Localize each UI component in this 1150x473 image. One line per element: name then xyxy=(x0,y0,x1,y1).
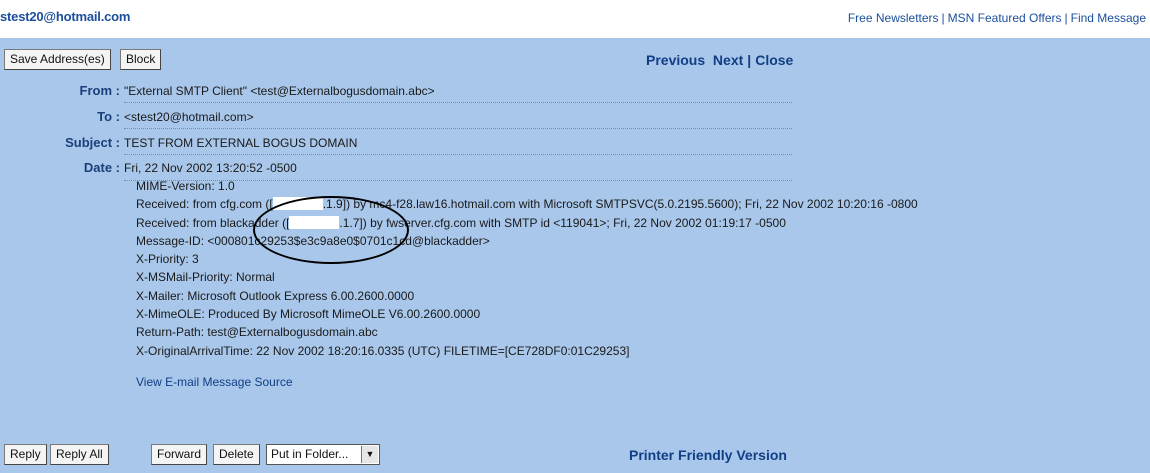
divider xyxy=(124,128,792,129)
to-label: To : xyxy=(97,109,120,124)
redacted-ip xyxy=(272,197,323,211)
x-msmail-priority-line: X-MSMail-Priority: Normal xyxy=(136,270,275,285)
block-button[interactable]: Block xyxy=(120,49,162,70)
received-1-suffix: .1.9]) by mc4-f28.law16.hotmail.com with… xyxy=(322,197,918,212)
received-2-prefix: Received: from blackadder ([ xyxy=(136,215,290,230)
next-link[interactable]: Next xyxy=(713,52,743,68)
x-mailer-line: X-Mailer: Microsoft Outlook Express 6.00… xyxy=(136,288,415,303)
separator: | xyxy=(1064,11,1068,25)
return-path-line: Return-Path: test@Externalbogusdomain.ab… xyxy=(136,325,378,340)
x-priority-line: X-Priority: 3 xyxy=(136,252,199,267)
separator: | xyxy=(941,11,945,25)
arrival-time-line: X-OriginalArrivalTime: 22 Nov 2002 18:20… xyxy=(136,343,630,358)
divider xyxy=(124,154,792,155)
folder-select-value: Put in Folder... xyxy=(271,447,349,461)
received-1-prefix: Received: from cfg.com ([ xyxy=(136,197,273,212)
top-strip: stest20@hotmail.com Free Newsletters | MSN… xyxy=(0,0,1150,38)
previous-link[interactable]: Previous xyxy=(646,52,705,68)
save-addresses-button[interactable]: Save Address(es) xyxy=(4,49,111,70)
from-value: "External SMTP Client" <test@Externalbog… xyxy=(124,84,435,98)
redacted-ip xyxy=(289,215,340,229)
find-message-link[interactable]: Find Message xyxy=(1071,11,1146,25)
top-links: Free Newsletters | MSN Featured Offers | Fin… xyxy=(848,11,1146,25)
from-label: From : xyxy=(79,83,120,98)
account-email: stest20@hotmail.com xyxy=(0,9,131,24)
reply-all-button[interactable]: Reply All xyxy=(50,444,109,465)
message-nav: Previous Next | Close xyxy=(646,52,793,68)
folder-select[interactable]: Put in Folder... ▼ xyxy=(266,444,380,465)
received-2-suffix: .1.7]) by fwserver.cfg.com with SMTP id … xyxy=(339,215,786,230)
delete-button[interactable]: Delete xyxy=(213,444,260,465)
view-source-link[interactable]: View E-mail Message Source xyxy=(136,375,293,389)
close-link[interactable]: Close xyxy=(755,52,793,68)
free-newsletters-link[interactable]: Free Newsletters xyxy=(848,11,939,25)
printer-friendly-link[interactable]: Printer Friendly Version xyxy=(629,447,787,463)
separator: | xyxy=(747,52,752,68)
reply-button[interactable]: Reply xyxy=(4,444,47,465)
msn-featured-offers-link[interactable]: MSN Featured Offers xyxy=(948,11,1062,25)
x-mimeole-line: X-MimeOLE: Produced By Microsoft MimeOLE… xyxy=(136,307,481,322)
date-value: Fri, 22 Nov 2002 13:20:52 -0500 xyxy=(124,161,297,175)
subject-value: TEST FROM EXTERNAL BOGUS DOMAIN xyxy=(124,136,358,150)
message-id-line: Message-ID: <000801c29253$e3c9a8e0$0701c… xyxy=(136,233,490,248)
forward-button[interactable]: Forward xyxy=(151,444,208,465)
mime-version-line: MIME-Version: 1.0 xyxy=(136,179,235,193)
received-line-1: Received: from cfg.com ([ .1.9]) by mc4-f… xyxy=(136,195,918,213)
raw-headers: MIME-Version: 1.0 Received: from cfg.com… xyxy=(136,177,918,360)
dropdown-arrow-icon[interactable]: ▼ xyxy=(361,446,378,463)
to-value: <stest20@hotmail.com> xyxy=(124,110,254,124)
subject-label: Subject : xyxy=(65,135,120,150)
date-label: Date : xyxy=(83,160,120,175)
received-line-2: Received: from blackadder ([ .1.7]) by fw… xyxy=(136,214,918,232)
divider xyxy=(124,102,792,103)
